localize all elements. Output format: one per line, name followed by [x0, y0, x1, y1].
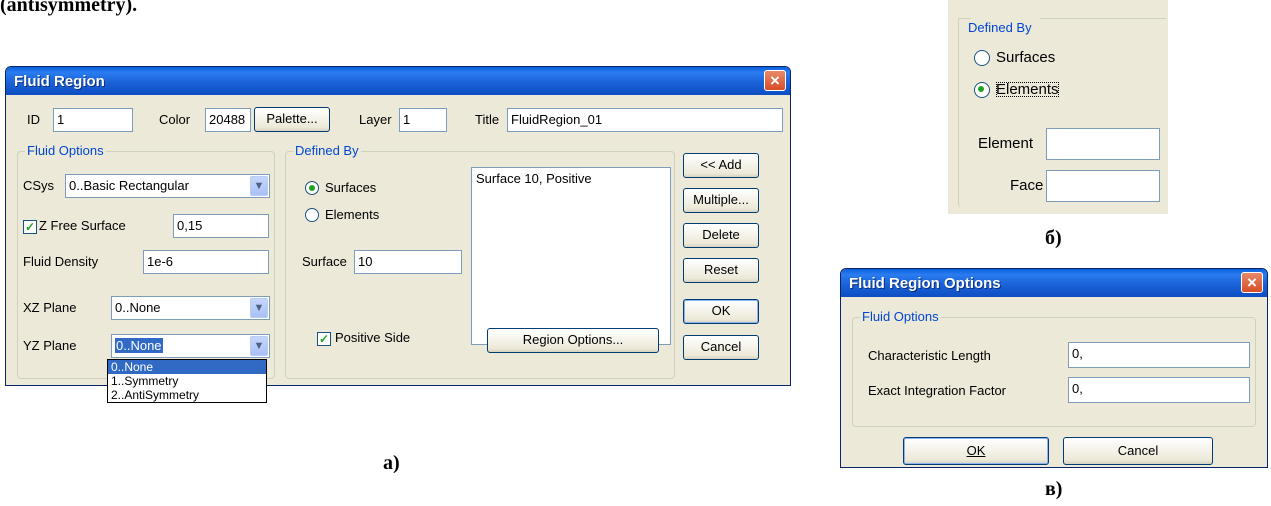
- palette-button[interactable]: Palette...: [254, 107, 330, 132]
- title-label: Title: [475, 112, 500, 127]
- color-label: Color: [159, 112, 191, 127]
- id-field[interactable]: 1: [53, 108, 133, 132]
- close-icon[interactable]: ×: [1241, 272, 1263, 293]
- defined-by-caption: Defined By: [293, 143, 361, 158]
- face-field[interactable]: [1046, 170, 1160, 202]
- chevron-down-icon[interactable]: ▼: [250, 176, 268, 196]
- surface-label: Surface: [302, 254, 347, 269]
- defined-by-zoom-panel: Defined By Surfaces Elements Element Fac…: [948, 0, 1168, 214]
- fluid-density-label: Fluid Density: [23, 254, 99, 269]
- face-label: Face: [1010, 177, 1044, 194]
- id-label: ID: [27, 112, 40, 127]
- exact-integration-label: Exact Integration Factor: [868, 383, 1007, 398]
- elements-label: Elements: [325, 207, 380, 222]
- color-field[interactable]: 20488: [205, 108, 251, 132]
- caption-c: в): [1045, 478, 1063, 500]
- region-options-button[interactable]: Region Options...: [487, 328, 659, 353]
- z-free-surface-label: Z Free Surface: [39, 218, 126, 233]
- surfaces-radio-zoom[interactable]: [974, 50, 990, 66]
- z-free-surface-field[interactable]: 0,15: [173, 214, 269, 238]
- surface-field[interactable]: 10: [354, 250, 462, 274]
- chevron-down-icon[interactable]: ▼: [250, 298, 268, 318]
- list-item[interactable]: Surface 10, Positive: [476, 171, 666, 186]
- csys-label: CSys: [23, 178, 55, 193]
- dropdown-option[interactable]: 1..Symmetry: [108, 374, 266, 388]
- reset-button[interactable]: Reset: [683, 258, 759, 283]
- fluid-density-field[interactable]: 1e-6: [143, 250, 269, 274]
- yz-plane-dropdown-list[interactable]: 0..None 1..Symmetry 2..AntiSymmetry: [107, 359, 267, 403]
- chevron-down-icon[interactable]: ▼: [250, 336, 268, 356]
- surfaces-radio[interactable]: [305, 181, 319, 195]
- surfaces-label-zoom: Surfaces: [996, 49, 1056, 66]
- cancel-button[interactable]: Cancel: [683, 335, 759, 360]
- layer-label: Layer: [359, 112, 392, 127]
- yz-plane-select[interactable]: 0..None ▼: [111, 334, 270, 358]
- multiple-button[interactable]: Multiple...: [683, 188, 759, 213]
- ok-button[interactable]: OK: [683, 299, 759, 324]
- fluid-region-dialog: Fluid Region × ID 1 Color 20488 Palette.…: [5, 66, 791, 386]
- element-field[interactable]: [1046, 128, 1160, 160]
- elements-label-zoom: Elements: [995, 81, 1059, 98]
- close-icon[interactable]: ×: [764, 70, 786, 91]
- title-bar[interactable]: Fluid Region ×: [6, 67, 790, 95]
- characteristic-length-label: Characteristic Length: [868, 348, 991, 363]
- elements-radio-zoom[interactable]: [974, 82, 990, 98]
- fluid-region-options-dialog: Fluid Region Options × Fluid Options Cha…: [840, 268, 1268, 468]
- z-free-surface-checkbox[interactable]: ✓: [23, 220, 37, 234]
- elements-radio[interactable]: [305, 208, 319, 222]
- options-fluid-caption: Fluid Options: [860, 309, 941, 324]
- dropdown-option[interactable]: 0..None: [108, 360, 266, 374]
- yz-plane-label: YZ Plane: [23, 338, 77, 353]
- options-dialog-title: Fluid Region Options: [849, 275, 1001, 292]
- caption-b: б): [1045, 227, 1062, 249]
- positive-side-label: Positive Side: [335, 330, 411, 345]
- add-button[interactable]: << Add: [683, 153, 759, 178]
- region-list[interactable]: Surface 10, Positive: [471, 167, 671, 345]
- csys-value: 0..Basic Rectangular: [69, 178, 189, 193]
- delete-button[interactable]: Delete: [683, 223, 759, 248]
- csys-select[interactable]: 0..Basic Rectangular ▼: [65, 174, 270, 198]
- options-ok-button[interactable]: OK: [903, 437, 1049, 465]
- defined-by-zoom-caption: Defined By: [966, 20, 1034, 35]
- element-label: Element: [978, 135, 1034, 152]
- surfaces-label: Surfaces: [325, 180, 377, 195]
- characteristic-length-field[interactable]: 0,: [1068, 342, 1250, 368]
- exact-integration-field[interactable]: 0,: [1068, 377, 1250, 403]
- fluid-options-caption: Fluid Options: [25, 143, 106, 158]
- options-title-bar[interactable]: Fluid Region Options ×: [841, 269, 1267, 297]
- xz-plane-value: 0..None: [115, 300, 161, 315]
- layer-field[interactable]: 1: [399, 108, 447, 132]
- xz-plane-select[interactable]: 0..None ▼: [111, 296, 270, 320]
- dialog-body: ID 1 Color 20488 Palette... Layer 1 Titl…: [9, 95, 787, 382]
- xz-plane-label: XZ Plane: [23, 300, 77, 315]
- top-text-fragment: (antisymmetry).: [0, 0, 138, 16]
- options-cancel-button[interactable]: Cancel: [1063, 437, 1213, 465]
- dialog-title: Fluid Region: [14, 73, 105, 90]
- title-field[interactable]: FluidRegion_01: [507, 108, 783, 132]
- options-dialog-body: Fluid Options Characteristic Length 0, E…: [844, 297, 1264, 465]
- options-fluid-group: Fluid Options: [852, 309, 1256, 427]
- positive-side-checkbox[interactable]: ✓: [317, 332, 331, 346]
- dropdown-option[interactable]: 2..AntiSymmetry: [108, 388, 266, 402]
- caption-a: а): [383, 452, 400, 474]
- yz-plane-value: 0..None: [115, 338, 163, 353]
